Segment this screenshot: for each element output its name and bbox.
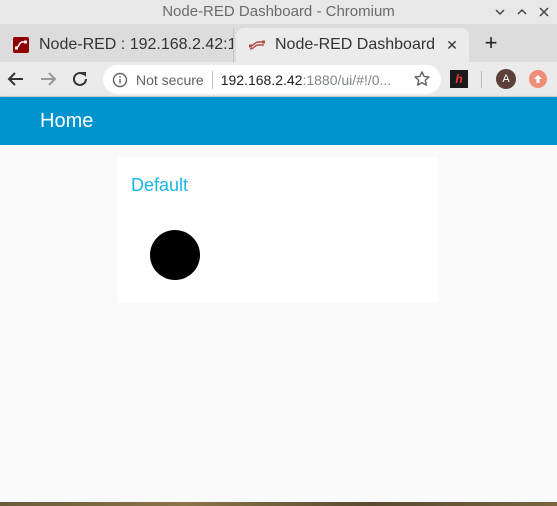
info-icon[interactable] <box>112 72 128 88</box>
security-status: Not secure <box>136 71 204 88</box>
bookmark-star-icon[interactable] <box>413 70 431 88</box>
close-tab-icon[interactable]: ✕ <box>441 37 463 54</box>
profile-avatar[interactable]: A <box>496 69 516 89</box>
desktop-edge <box>0 502 557 506</box>
window-title-bar: Node-RED Dashboard - Chromium <box>0 0 557 24</box>
forward-icon[interactable] <box>36 67 60 91</box>
led-indicator <box>150 230 200 280</box>
node-red-dashboard-icon <box>249 37 265 53</box>
toolbar-separator <box>481 71 482 88</box>
dashboard-content: Default <box>0 145 557 502</box>
group-card-default: Default <box>118 157 438 303</box>
tab-strip: Node-RED : 192.168.2.42:1880 Node-RED Da… <box>0 24 557 62</box>
node-red-icon <box>13 37 29 53</box>
extension-icon[interactable]: h <box>450 70 468 88</box>
url-path: :1880/ui/#!/0... <box>302 71 392 88</box>
new-tab-icon[interactable]: + <box>478 30 504 56</box>
tab-label: Node-RED Dashboard <box>275 36 436 53</box>
tab-label: Node-RED : 192.168.2.42:1880 <box>39 36 233 53</box>
tab-node-red-editor[interactable]: Node-RED : 192.168.2.42:1880 <box>0 28 234 62</box>
update-icon[interactable] <box>529 70 547 88</box>
browser-toolbar: Not secure 192.168.2.42:1880/ui/#!/0... … <box>0 62 557 97</box>
maximize-window-icon[interactable] <box>512 2 532 22</box>
address-bar[interactable]: Not secure 192.168.2.42:1880/ui/#!/0... <box>103 65 441 94</box>
tab-node-red-dashboard[interactable]: Node-RED Dashboard ✕ <box>236 28 469 62</box>
minimize-window-icon[interactable] <box>490 2 510 22</box>
back-icon[interactable] <box>4 67 28 91</box>
window-title: Node-RED Dashboard - Chromium <box>162 3 395 20</box>
reload-icon[interactable] <box>68 67 92 91</box>
page-title: Home <box>40 110 94 132</box>
url-text[interactable]: 192.168.2.42:1880/ui/#!/0... <box>221 72 399 88</box>
dashboard-header: Home <box>0 97 557 145</box>
omnibox-separator <box>211 70 213 89</box>
group-title: Default <box>131 175 189 195</box>
url-host: 192.168.2.42 <box>220 71 303 88</box>
close-window-icon[interactable] <box>534 2 554 22</box>
